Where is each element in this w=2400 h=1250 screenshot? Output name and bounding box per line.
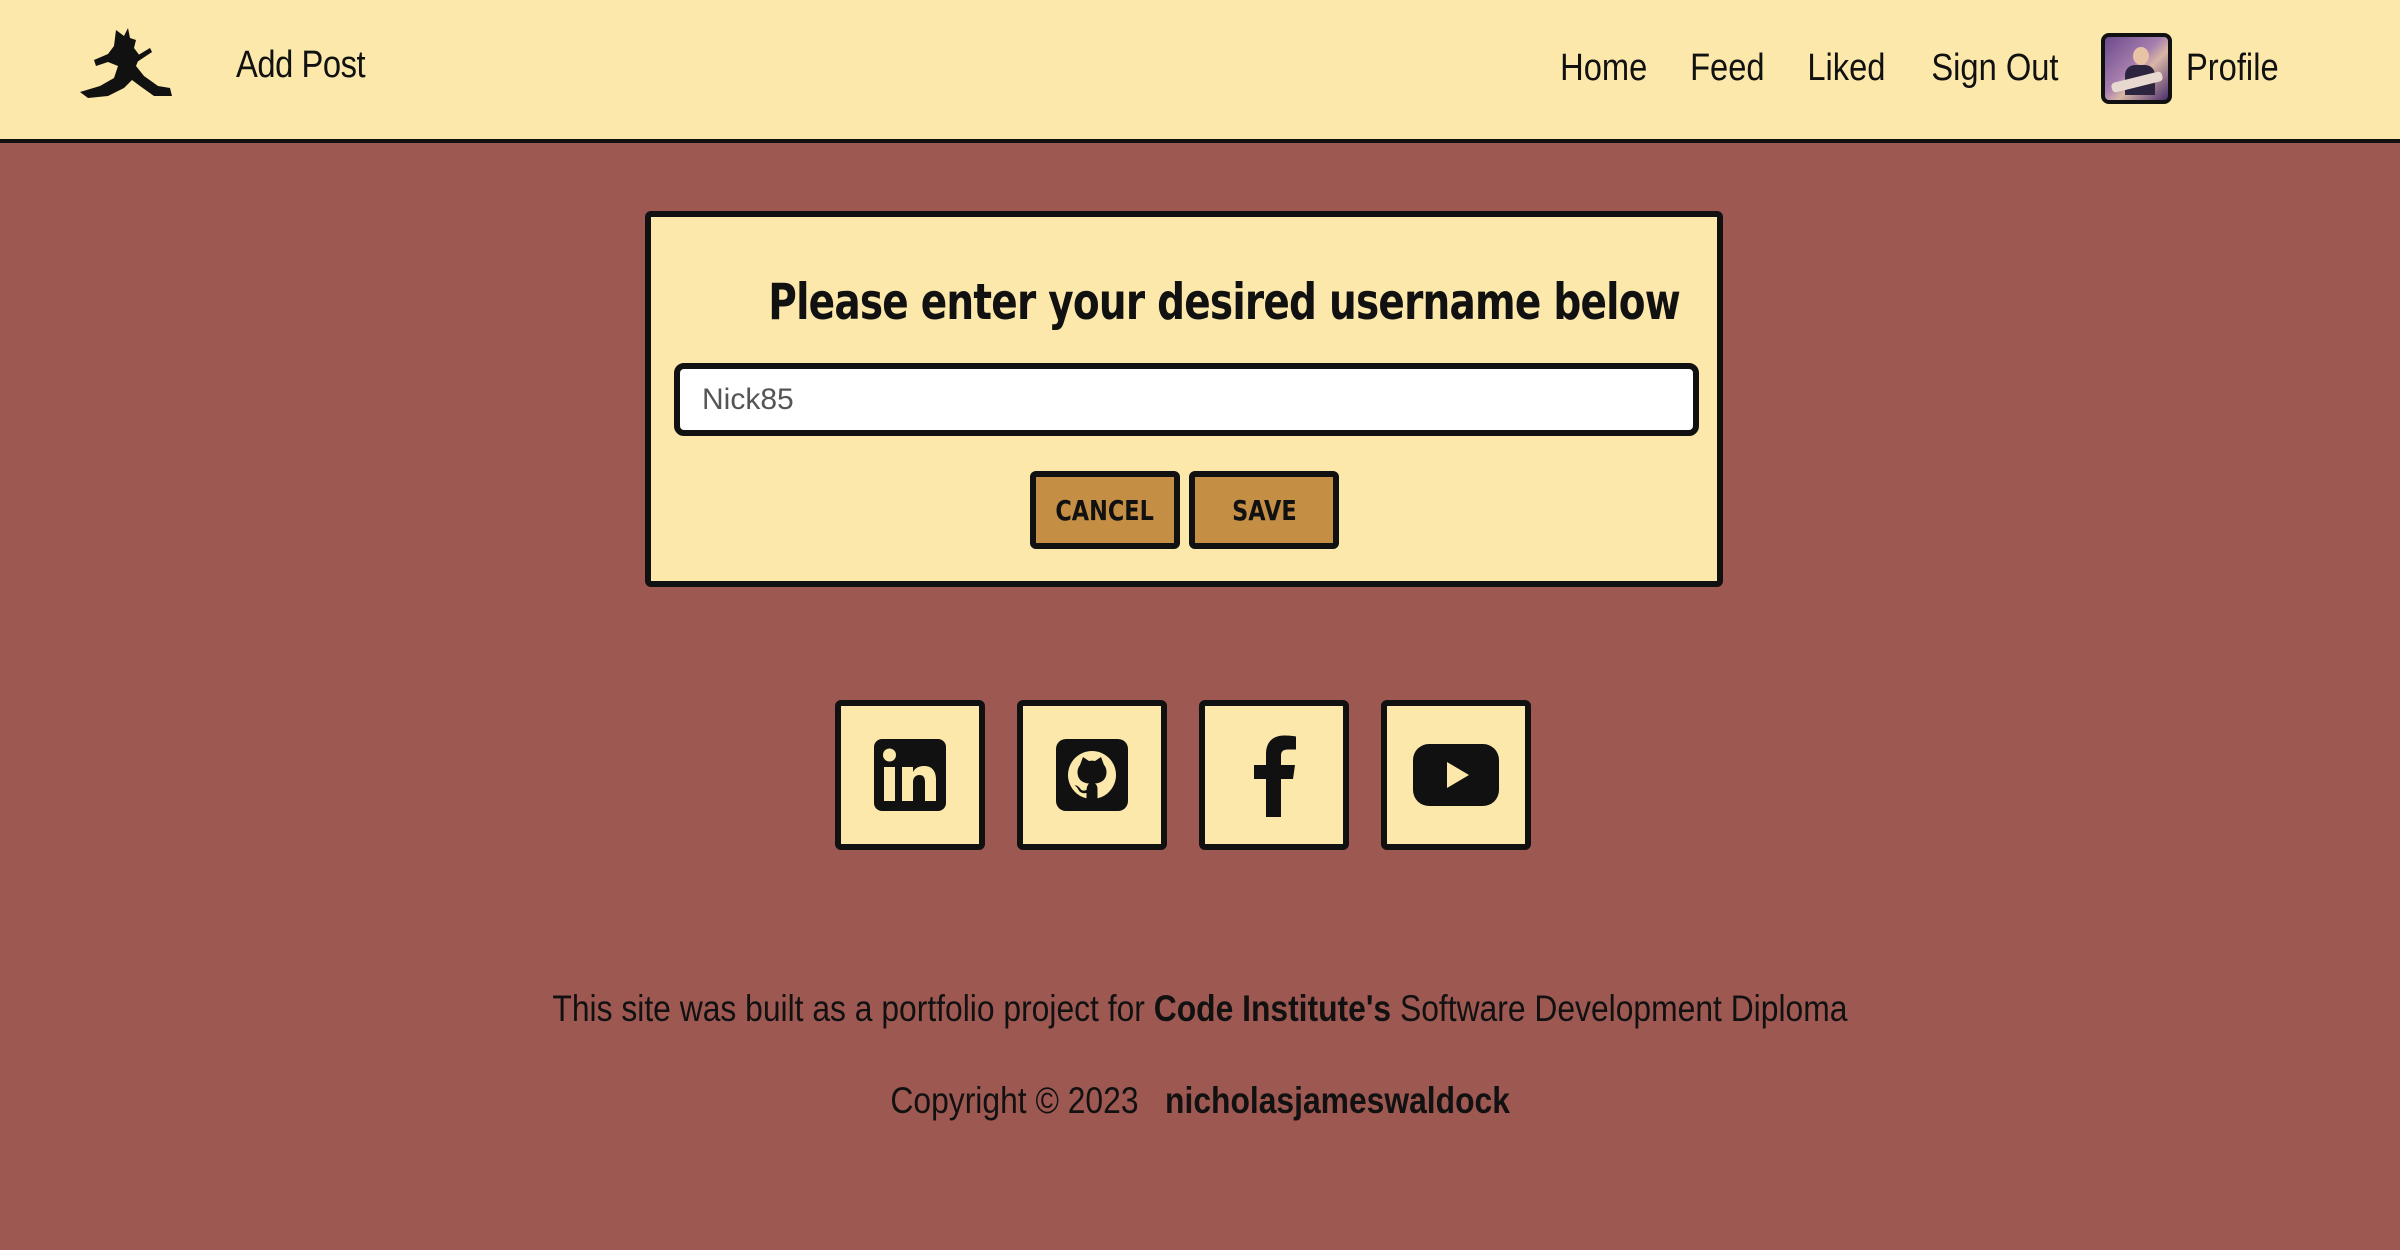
footer-copyright: Copyright © 2023 nicholasjameswaldock xyxy=(0,1080,2400,1122)
username-form-card: Please enter your desired username below… xyxy=(645,211,1723,587)
copyright-text: Copyright © 2023 xyxy=(890,1080,1139,1121)
footer-credit-prefix: This site was built as a portfolio proje… xyxy=(552,988,1145,1029)
linkedin-icon xyxy=(874,739,946,811)
youtube-icon xyxy=(1413,744,1499,806)
nav-sign-out[interactable]: Sign Out xyxy=(1932,47,2059,90)
logo-icon[interactable] xyxy=(78,26,174,110)
footer-credit: This site was built as a portfolio proje… xyxy=(0,988,2400,1030)
facebook-icon xyxy=(1254,735,1296,817)
add-post-link[interactable]: Add Post xyxy=(236,44,366,87)
form-title: Please enter your desired username below xyxy=(768,273,1681,331)
cancel-button-label: CANCEL xyxy=(1055,493,1155,527)
username-input[interactable] xyxy=(674,363,1699,436)
nav-profile[interactable]: Profile xyxy=(2101,32,2294,104)
author-name: nicholasjameswaldock xyxy=(1164,1080,1510,1121)
navbar: Add Post Home Feed Liked Sign Out Profil… xyxy=(0,0,2400,143)
save-button[interactable]: SAVE xyxy=(1189,471,1339,549)
avatar xyxy=(2101,32,2173,104)
linkedin-link[interactable] xyxy=(835,700,985,850)
github-link[interactable] xyxy=(1017,700,1167,850)
save-button-label: SAVE xyxy=(1231,493,1297,527)
facebook-link[interactable] xyxy=(1199,700,1349,850)
nav-liked[interactable]: Liked xyxy=(1807,47,1885,90)
nav-home[interactable]: Home xyxy=(1560,47,1647,90)
footer-credit-suffix: Software Development Diploma xyxy=(1400,988,1848,1029)
nav-feed[interactable]: Feed xyxy=(1690,47,1764,90)
footer-credit-institute: Code Institute's xyxy=(1153,988,1392,1029)
github-icon xyxy=(1056,739,1128,811)
youtube-link[interactable] xyxy=(1381,700,1531,850)
social-links xyxy=(835,700,1531,850)
nav-links: Home Feed Liked Sign Out Profile xyxy=(1553,30,2294,106)
cancel-button[interactable]: CANCEL xyxy=(1030,471,1180,549)
profile-label: Profile xyxy=(2186,46,2279,89)
